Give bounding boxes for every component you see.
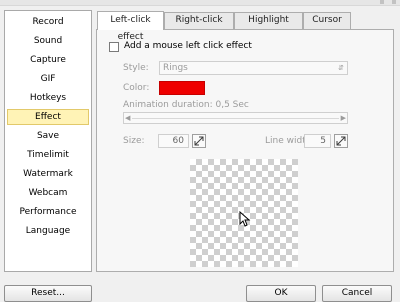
color-label: Color: xyxy=(123,83,150,93)
ok-button[interactable]: OK xyxy=(246,285,316,302)
sidebar-item-effect[interactable]: Effect xyxy=(7,109,89,125)
tab-cursor-size[interactable]: Cursor size xyxy=(303,12,351,40)
resize-icon xyxy=(194,136,204,146)
left-click-effect-panel: Add a mouse left click effect Style: Rin… xyxy=(96,29,394,272)
arrow-left-icon[interactable]: ◀ xyxy=(125,113,130,123)
window-control-mark xyxy=(380,0,384,4)
tab-highlight-effect[interactable]: Highlight effect xyxy=(234,12,303,40)
sidebar-item-webcam[interactable]: Webcam xyxy=(7,185,89,201)
dialog-footer: Reset... OK Cancel xyxy=(0,282,400,302)
window-control-mark xyxy=(392,0,396,4)
sidebar-item-record[interactable]: Record xyxy=(7,14,89,30)
sidebar-item-watermark[interactable]: Watermark xyxy=(7,166,89,182)
slider-track xyxy=(132,118,339,119)
line-width-resize-button[interactable] xyxy=(334,134,348,148)
sidebar-item-gif[interactable]: GIF xyxy=(7,71,89,87)
animation-duration-label: Animation duration: 0,5 Sec xyxy=(123,100,249,110)
reset-button[interactable]: Reset... xyxy=(4,285,92,302)
style-select-value: Rings xyxy=(163,63,188,73)
size-resize-button[interactable] xyxy=(192,134,206,148)
chevron-updown-icon: ⇵ xyxy=(338,64,344,72)
size-input[interactable]: 60 xyxy=(158,134,189,148)
settings-sidebar: Record Sound Capture GIF Hotkeys Effect … xyxy=(4,10,92,272)
sidebar-item-timelimit[interactable]: Timelimit xyxy=(7,147,89,163)
style-select[interactable]: Rings ⇵ xyxy=(159,61,348,75)
sidebar-item-language[interactable]: Language xyxy=(7,223,89,239)
arrow-right-icon[interactable]: ▶ xyxy=(341,113,346,123)
tab-left-click-effect[interactable]: Left-click effect xyxy=(97,11,164,42)
window-top-edge xyxy=(0,0,400,6)
effect-preview-area[interactable] xyxy=(190,159,298,267)
color-swatch[interactable] xyxy=(159,81,205,95)
cancel-button[interactable]: Cancel xyxy=(322,285,392,302)
sidebar-item-performance[interactable]: Performance xyxy=(7,204,89,220)
sidebar-item-save[interactable]: Save xyxy=(7,128,89,144)
line-width-input[interactable]: 5 xyxy=(304,134,331,148)
sidebar-item-capture[interactable]: Capture xyxy=(7,52,89,68)
resize-icon xyxy=(336,136,346,146)
sidebar-item-hotkeys[interactable]: Hotkeys xyxy=(7,90,89,106)
animation-duration-slider[interactable]: ◀ ▶ xyxy=(123,112,348,124)
mouse-pointer-icon xyxy=(239,211,251,227)
style-label: Style: xyxy=(123,63,149,73)
tab-right-click-effect[interactable]: Right-click effect xyxy=(164,12,234,40)
size-label: Size: xyxy=(123,136,145,146)
sidebar-item-sound[interactable]: Sound xyxy=(7,33,89,49)
